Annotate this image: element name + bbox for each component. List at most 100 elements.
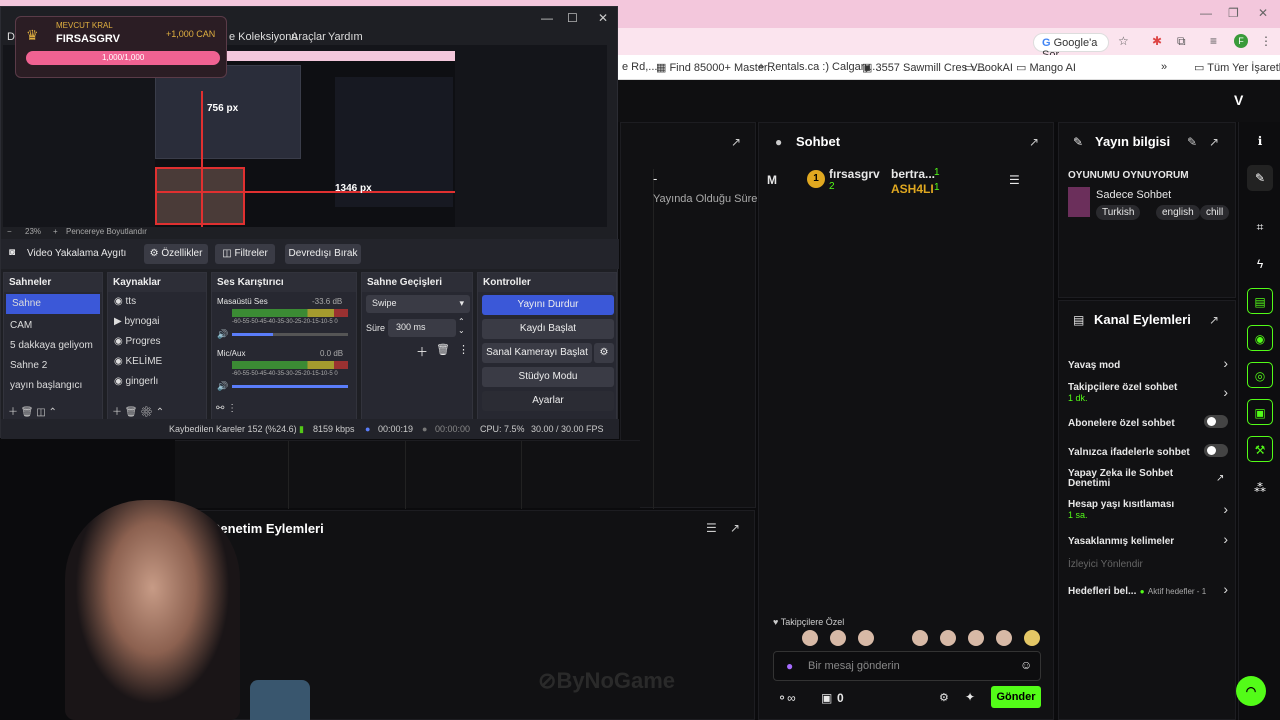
stepper-icon[interactable]: ⌃ ⌄ xyxy=(458,317,465,335)
filter-icon[interactable]: ◫ xyxy=(36,407,45,418)
action-followers-only[interactable]: Takipçilere özel sohbet 1 dk. › xyxy=(1068,382,1228,406)
filter-icon[interactable]: ☰ xyxy=(706,521,717,535)
source-item[interactable]: ◉ tts xyxy=(108,292,206,312)
extension-icon[interactable]: ✱ xyxy=(1152,34,1162,48)
scene-item[interactable]: Sahne 2 xyxy=(4,356,102,376)
zoom-out-icon[interactable]: − xyxy=(7,227,12,236)
minimize-icon[interactable]: — xyxy=(1200,6,1212,20)
source-item[interactable]: ◉ Progres xyxy=(108,332,206,352)
trash-icon[interactable]: 🗑 xyxy=(125,407,138,418)
action-banned-words[interactable]: Yasaklanmış kelimeler › xyxy=(1068,531,1228,551)
popout-icon[interactable]: ↗ xyxy=(1209,135,1219,149)
speaker-icon[interactable]: 🔊 xyxy=(217,381,228,392)
chat-input[interactable]: ● Bir mesaj gönderin ☺ xyxy=(773,651,1041,681)
send-button[interactable]: Gönder xyxy=(991,686,1041,708)
popout-icon[interactable]: ↗ xyxy=(1029,135,1039,149)
zoom-in-icon[interactable]: + xyxy=(53,227,58,236)
virtual-camera-button[interactable]: Sanal Kamerayı Başlat xyxy=(482,343,592,363)
bookmark-item[interactable]: ⌖ Rentals.ca :) Calgary... xyxy=(758,61,878,74)
mic-icon[interactable]: ● xyxy=(786,659,793,673)
action-goals[interactable]: Hedefleri bel... ● Aktif hedefler - 1 › xyxy=(1068,581,1228,601)
add-icon[interactable]: ＋ xyxy=(416,343,428,360)
chatter-name[interactable]: ASH4LI xyxy=(891,182,934,196)
scene-item[interactable]: yayın başlangıcı xyxy=(4,376,102,396)
gear-icon[interactable]: ⚙ xyxy=(140,407,153,418)
source-item[interactable]: ◉ gingerlı xyxy=(108,372,206,392)
start-recording-button[interactable]: Kaydı Başlat xyxy=(482,319,614,339)
community-icon[interactable]: ⁂ xyxy=(1247,475,1273,501)
obs-minimize-icon[interactable]: — xyxy=(541,11,553,25)
trash-icon[interactable]: 🗑 xyxy=(21,407,34,418)
emoji-icon[interactable]: ☺ xyxy=(1020,658,1032,672)
bolt-icon[interactable]: ϟ xyxy=(1247,251,1273,277)
star-icon[interactable]: ☆ xyxy=(1118,34,1129,48)
bookmark-item[interactable]: ▭ Mango AI xyxy=(1016,61,1076,74)
obs-close-icon[interactable]: ✕ xyxy=(598,11,608,25)
add-icon[interactable]: ＋ xyxy=(112,407,122,418)
trash-icon[interactable]: 🗑 xyxy=(436,343,450,356)
popout-icon[interactable]: ↗ xyxy=(1209,313,1219,327)
scene-item[interactable]: CAM xyxy=(4,316,102,336)
tag-chip[interactable]: chill xyxy=(1200,205,1230,220)
more-icon[interactable]: ⋮ xyxy=(1260,34,1272,48)
settings-button[interactable]: Ayarlar xyxy=(482,391,614,411)
transition-select[interactable]: Swipe ▾ xyxy=(366,295,470,313)
profile-avatar[interactable]: F xyxy=(1234,34,1248,48)
chat-bubble-icon[interactable]: ◉ xyxy=(1247,325,1273,351)
studio-mode-button[interactable]: Stüdyo Modu xyxy=(482,367,614,387)
settings-icon[interactable]: ⚙ xyxy=(939,691,949,704)
category-name[interactable]: Sadece Sohbet xyxy=(1096,189,1171,201)
bookmark-item[interactable]: ▭ BookAI xyxy=(964,61,1013,74)
menu-item[interactable]: Araçlar xyxy=(291,31,326,43)
volume-slider[interactable] xyxy=(232,333,348,336)
scene-item[interactable]: 5 dakkaya geliyom xyxy=(4,336,102,356)
bookmark-item[interactable]: e Rd,... xyxy=(622,61,657,73)
emote-picker-icon[interactable]: ✦ xyxy=(965,690,975,704)
obs-maximize-icon[interactable]: ☐ xyxy=(567,11,578,25)
emote-only-toggle[interactable] xyxy=(1204,444,1228,457)
up-icon[interactable]: ⌃ xyxy=(156,407,164,418)
puzzle-icon[interactable]: ⧉ xyxy=(1177,34,1186,49)
chatter-name[interactable]: bertra... xyxy=(891,167,935,181)
action-account-age[interactable]: Hesap yaşı kısıtlaması 1 sa. › xyxy=(1068,499,1228,521)
chatter-name[interactable]: fırsasgrv xyxy=(829,167,880,181)
pen-icon[interactable]: ✎ xyxy=(1247,165,1273,191)
up-icon[interactable]: ⌃ xyxy=(49,407,57,418)
doc-icon[interactable]: ▤ xyxy=(1247,288,1273,314)
kick-logo-icon[interactable]: V xyxy=(1234,92,1243,108)
restore-icon[interactable]: ❐ xyxy=(1228,6,1239,20)
menu-item[interactable]: e Koleksiyonu xyxy=(229,31,298,43)
speaker-icon[interactable]: 🔊 xyxy=(217,329,228,340)
broadcast-icon[interactable]: ◎ xyxy=(1247,362,1273,388)
duration-input[interactable]: 300 ms xyxy=(388,319,456,337)
source-item[interactable]: ◉ KELİME xyxy=(108,352,206,372)
link-icon[interactable]: ⚯ xyxy=(216,403,224,414)
fit-window-button[interactable]: Pencereye Boyutlandır xyxy=(66,227,147,236)
popout-icon[interactable]: ↗ xyxy=(730,521,740,535)
bookmarks-overflow[interactable]: » xyxy=(1161,61,1167,73)
sort-icon[interactable]: ☰ xyxy=(1009,173,1020,187)
stop-stream-button[interactable]: Yayını Durdur xyxy=(482,295,614,315)
tag-chip[interactable]: english xyxy=(1156,205,1200,220)
action-subscribers-only[interactable]: Abonelere özel sohbet xyxy=(1068,415,1228,433)
popout-icon[interactable]: ↗ xyxy=(731,135,741,149)
google-ask-button[interactable]: G Google'a Sor xyxy=(1033,33,1109,61)
more-icon[interactable]: ⋮ xyxy=(458,343,469,356)
properties-button[interactable]: ⚙ Özellikler xyxy=(144,244,208,264)
capture-icon[interactable]: ⌗ xyxy=(1247,214,1273,240)
volume-slider[interactable] xyxy=(232,385,348,388)
queue-icon[interactable]: ≡ xyxy=(1210,34,1217,48)
filters-button[interactable]: ◫ Filtreler xyxy=(215,244,275,264)
action-emote-only[interactable]: Yalnızca ifadelerle sohbet xyxy=(1068,444,1228,462)
subscribers-toggle[interactable] xyxy=(1204,415,1228,428)
action-ai-moderation[interactable]: Yapay Zeka ile Sohbet Denetimi ↗ xyxy=(1068,469,1228,491)
close-icon[interactable]: ✕ xyxy=(1258,6,1268,20)
edit-icon[interactable]: ✎ xyxy=(1187,135,1197,149)
more-icon[interactable]: ⋮ xyxy=(227,403,237,414)
bookmark-all[interactable]: ▭ Tüm Yer İşaretleri xyxy=(1194,61,1280,74)
source-item[interactable]: ▶ bynogai xyxy=(108,312,206,332)
info-icon[interactable]: ℹ xyxy=(1247,128,1273,154)
disable-button[interactable]: Devredışı Bırak xyxy=(285,244,361,264)
support-icon[interactable]: ◠ xyxy=(1236,676,1266,706)
scene-item[interactable]: Sahne xyxy=(6,294,100,314)
